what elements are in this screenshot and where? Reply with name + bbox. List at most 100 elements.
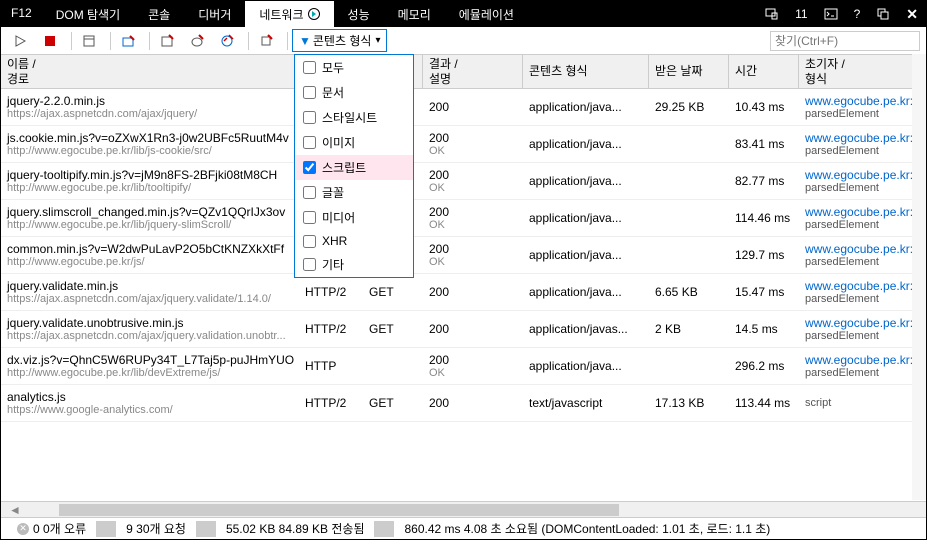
filter-option[interactable]: 미디어 <box>295 205 413 230</box>
tab-memory[interactable]: 메모리 <box>384 1 445 27</box>
filter-option-label: 미디어 <box>322 209 355 226</box>
cell-initiator: www.egocube.pe.kr:30parsedElement <box>799 348 919 384</box>
col-result[interactable]: 결과 / 설명 <box>423 55 523 88</box>
bypass-sw-button[interactable] <box>214 30 240 52</box>
horizontal-scrollbar[interactable]: ◄ <box>1 501 926 517</box>
cell-method: GET <box>363 274 423 310</box>
cell-received <box>649 163 729 199</box>
tab-dom-explorer[interactable]: DOM 탐색기 <box>42 1 134 27</box>
clear-cookies-button[interactable] <box>184 30 210 52</box>
content-type-dropdown: 모두문서스타일시트이미지스크립트글꼴미디어 XHR기타 <box>294 54 414 278</box>
filter-option[interactable]: 모두 <box>295 55 413 80</box>
cell-protocol: HTTP/2 <box>299 274 363 310</box>
request-count: 9 30개 요청 <box>116 520 196 537</box>
filter-option[interactable]: 글꼴 <box>295 180 413 205</box>
cell-content-type: application/javas... <box>523 311 649 347</box>
cell-content-type: text/javascript <box>523 385 649 421</box>
cell-protocol: HTTP/2 <box>299 385 363 421</box>
export-button[interactable] <box>76 30 102 52</box>
cell-method: GET <box>363 385 423 421</box>
filter-option[interactable]: 스크립트 <box>295 155 413 180</box>
clear-session-button[interactable] <box>115 30 141 52</box>
filter-checkbox[interactable] <box>303 235 316 248</box>
cell-received: 29.25 KB <box>649 89 729 125</box>
f12-label: F12 <box>1 1 42 27</box>
search-input[interactable] <box>770 31 920 51</box>
clear-cache-button[interactable] <box>154 30 180 52</box>
vertical-scrollbar[interactable] <box>912 54 926 500</box>
table-row[interactable]: jquery.validate.unobtrusive.min.jshttps:… <box>1 311 926 348</box>
table-row[interactable]: jquery.validate.min.jshttps://ajax.aspne… <box>1 274 926 311</box>
filter-checkbox[interactable] <box>303 258 316 271</box>
col-initiator[interactable]: 초기자 / 형식 <box>799 55 919 88</box>
scroll-left-icon[interactable]: ◄ <box>1 503 29 517</box>
cell-content-type: application/java... <box>523 89 649 125</box>
undock-icon[interactable] <box>868 2 898 26</box>
cell-initiator: www.egocube.pe.kr:29parsedElement <box>799 126 919 162</box>
tab-network[interactable]: 네트워크 <box>245 1 333 27</box>
filter-option-label: 모두 <box>322 59 344 76</box>
cell-time: 113.44 ms <box>729 385 799 421</box>
col-time[interactable]: 시간 <box>729 55 799 88</box>
record-indicator-icon <box>308 8 320 20</box>
cell-result: 200 <box>423 311 523 347</box>
cell-result: 200OK <box>423 163 523 199</box>
status-bar: ✕0 0개 오류 9 30개 요청 55.02 KB 84.89 KB 전송됨 … <box>1 517 926 539</box>
table-row[interactable]: jquery.slimscroll_changed.min.js?v=QZv1Q… <box>1 200 926 237</box>
cell-name: common.min.js?v=W2dwPuLavP2O5bCtKNZXkXtF… <box>1 237 299 273</box>
filter-checkbox[interactable] <box>303 211 316 224</box>
table-row[interactable]: common.min.js?v=W2dwPuLavP2O5bCtKNZXkXtF… <box>1 237 926 274</box>
cell-received <box>649 126 729 162</box>
help-icon[interactable]: ? <box>846 2 869 26</box>
filter-option[interactable]: 기타 <box>295 252 413 277</box>
table-row[interactable]: js.cookie.min.js?v=oZXwX1Rn3-j0w2UBFc5Ru… <box>1 126 926 163</box>
filter-checkbox[interactable] <box>303 111 316 124</box>
error-count[interactable]: ✕0 0개 오류 <box>7 520 96 537</box>
play-button[interactable] <box>7 30 33 52</box>
close-icon[interactable]: ✕ <box>898 1 926 28</box>
filter-option[interactable]: 이미지 <box>295 130 413 155</box>
cell-result: 200 <box>423 385 523 421</box>
filter-label: 콘텐츠 형식 <box>313 32 372 49</box>
tab-emulation[interactable]: 에뮬레이션 <box>445 1 528 27</box>
clear-entries-button[interactable] <box>253 30 279 52</box>
content-type-filter[interactable]: ▼ 콘텐츠 형식 ▾ <box>292 29 387 52</box>
filter-checkbox[interactable] <box>303 61 316 74</box>
cell-time: 129.7 ms <box>729 237 799 273</box>
col-content-type[interactable]: 콘텐츠 형식 <box>523 55 649 88</box>
tab-debugger[interactable]: 디버거 <box>184 1 245 27</box>
cell-time: 14.5 ms <box>729 311 799 347</box>
table-row[interactable]: dx.viz.js?v=QhnC5W6RUPy34T_L7Taj5p-puJHm… <box>1 348 926 385</box>
funnel-icon: ▼ <box>299 34 311 48</box>
filter-option[interactable]: 스타일시트 <box>295 105 413 130</box>
cell-time: 114.46 ms <box>729 200 799 236</box>
tab-performance[interactable]: 성능 <box>334 1 384 27</box>
cell-content-type: application/java... <box>523 200 649 236</box>
filter-option-label: 스크립트 <box>322 159 366 176</box>
filter-option[interactable]: 문서 <box>295 80 413 105</box>
cell-name: analytics.jshttps://www.google-analytics… <box>1 385 299 421</box>
cell-received <box>649 200 729 236</box>
table-row[interactable]: analytics.jshttps://www.google-analytics… <box>1 385 926 422</box>
cell-result: 200 <box>423 274 523 310</box>
cell-protocol: HTTP <box>299 348 363 384</box>
cell-name: jquery.slimscroll_changed.min.js?v=QZv1Q… <box>1 200 299 236</box>
col-name[interactable]: 이름 / 경로 <box>1 55 299 88</box>
table-row[interactable]: jquery-2.2.0.min.jshttps://ajax.aspnetcd… <box>1 89 926 126</box>
filter-checkbox[interactable] <box>303 136 316 149</box>
cell-result: 200OK <box>423 126 523 162</box>
cell-initiator: www.egocube.pe.kr:29parsedElement <box>799 200 919 236</box>
col-received[interactable]: 받은 날짜 <box>649 55 729 88</box>
table-row[interactable]: jquery-tooltipify.min.js?v=jM9n8FS-2BFjk… <box>1 163 926 200</box>
filter-checkbox[interactable] <box>303 86 316 99</box>
responsive-icon[interactable] <box>757 2 787 26</box>
filter-checkbox[interactable] <box>303 161 316 174</box>
stop-button[interactable] <box>37 30 63 52</box>
cell-initiator: script <box>799 385 919 421</box>
scroll-thumb[interactable] <box>59 504 619 516</box>
filter-option[interactable]: XHR <box>295 230 413 252</box>
cell-content-type: application/java... <box>523 348 649 384</box>
tab-console[interactable]: 콘솔 <box>134 1 184 27</box>
console-toggle-icon[interactable] <box>816 2 846 26</box>
filter-checkbox[interactable] <box>303 186 316 199</box>
